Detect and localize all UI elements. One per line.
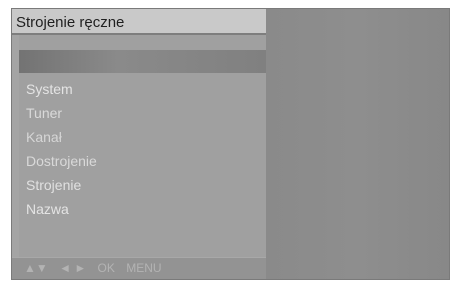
ok-hint: OK <box>97 261 115 275</box>
footer-hints: ▲▼ ◄ ► OK MENU <box>24 261 170 275</box>
menu-item-channel[interactable]: Kanał <box>26 125 97 149</box>
menu-title: Strojenie ręczne <box>16 14 125 31</box>
video-preview-area <box>266 9 449 279</box>
manual-tuning-menu: Strojenie ręczne System Tuner Kanał Dost… <box>12 9 266 279</box>
updown-arrows-icon: ▲▼ <box>24 261 48 275</box>
menu-footer: ▲▼ ◄ ► OK MENU <box>12 257 266 279</box>
menu-item-name[interactable]: Nazwa <box>26 197 97 221</box>
tv-osd-frame: Strojenie ręczne System Tuner Kanał Dost… <box>11 8 450 280</box>
selection-highlight-bar[interactable] <box>19 50 266 73</box>
menu-list: System Tuner Kanał Dostrojenie Strojenie… <box>26 77 97 221</box>
menu-item-search[interactable]: Strojenie <box>26 173 97 197</box>
menu-title-bar: Strojenie ręczne <box>12 9 266 35</box>
menu-item-tuner[interactable]: Tuner <box>26 101 97 125</box>
menu-item-system[interactable]: System <box>26 77 97 101</box>
menu-left-edge <box>12 35 19 258</box>
leftright-arrows-icon: ◄ ► <box>59 261 87 275</box>
menu-hint: MENU <box>126 261 162 275</box>
menu-item-fine-tuning[interactable]: Dostrojenie <box>26 149 97 173</box>
